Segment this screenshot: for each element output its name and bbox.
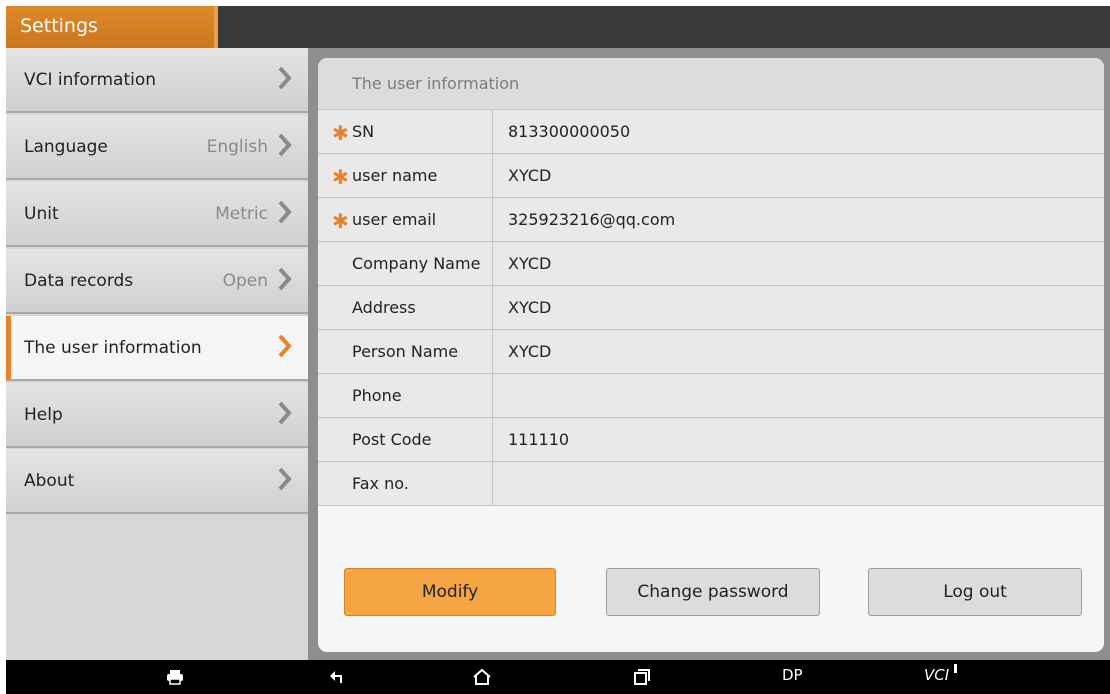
field-value[interactable]: XYCD	[508, 254, 551, 273]
field-label: Phone	[352, 386, 402, 405]
vci-connector-icon	[954, 664, 957, 673]
main-panel: The user information ✱ SN 813300000050 ✱…	[308, 48, 1110, 660]
sidebar-item-user-information[interactable]: The user information	[6, 316, 308, 381]
chevron-right-icon	[278, 66, 292, 90]
sidebar-item-value: Metric	[215, 204, 268, 224]
field-label: Fax no.	[352, 474, 409, 493]
field-label: user name	[352, 166, 438, 185]
chevron-right-icon	[278, 267, 292, 291]
sidebar-item-about[interactable]: About	[6, 449, 308, 514]
sidebar: VCI information Language English Unit Me…	[6, 48, 308, 660]
field-value[interactable]: 111110	[508, 430, 569, 449]
field-value[interactable]: 813300000050	[508, 122, 630, 141]
sidebar-item-value: Open	[222, 271, 268, 291]
required-asterisk-icon: ✱	[332, 209, 349, 233]
field-row-company-name: Company Name XYCD	[318, 242, 1104, 286]
sidebar-item-label: Language	[24, 137, 108, 157]
field-label: user email	[352, 210, 437, 229]
user-info-card: The user information ✱ SN 813300000050 ✱…	[318, 58, 1104, 652]
sidebar-item-language[interactable]: Language English	[6, 115, 308, 180]
sidebar-item-vci-information[interactable]: VCI information	[6, 48, 308, 113]
field-row-person-name: Person Name XYCD	[318, 330, 1104, 374]
back-icon[interactable]	[329, 669, 345, 685]
system-nav-bar: DP VCI	[6, 660, 1110, 694]
recent-apps-icon[interactable]	[633, 668, 651, 686]
field-value[interactable]: 325923216@qq.com	[508, 210, 675, 229]
field-row-sn: ✱ SN 813300000050	[318, 110, 1104, 154]
field-value[interactable]: XYCD	[508, 298, 551, 317]
chevron-right-icon	[278, 200, 292, 224]
app-title: Settings	[20, 15, 98, 37]
required-asterisk-icon: ✱	[332, 165, 349, 189]
chevron-right-icon	[278, 334, 292, 358]
chevron-right-icon	[278, 401, 292, 425]
card-title: The user information	[352, 74, 520, 93]
field-row-user-name: ✱ user name XYCD	[318, 154, 1104, 198]
sidebar-item-label: Data records	[24, 271, 134, 291]
sidebar-item-label: About	[24, 471, 75, 491]
chevron-right-icon	[278, 467, 292, 491]
settings-tab: Settings	[6, 6, 218, 48]
vci-status[interactable]: VCI	[924, 666, 949, 684]
field-label: SN	[352, 122, 375, 141]
dp-button[interactable]: DP	[782, 666, 803, 684]
chevron-right-icon	[278, 133, 292, 157]
field-row-post-code: Post Code 111110	[318, 418, 1104, 462]
home-icon[interactable]	[472, 668, 492, 686]
required-asterisk-icon: ✱	[332, 121, 349, 145]
sidebar-item-help[interactable]: Help	[6, 383, 308, 448]
field-row-address: Address XYCD	[318, 286, 1104, 330]
field-label: Company Name	[352, 254, 481, 273]
sidebar-item-label: The user information	[24, 338, 202, 358]
sidebar-item-label: Unit	[24, 204, 59, 224]
field-label: Address	[352, 298, 416, 317]
card-header: The user information	[318, 58, 1104, 110]
app-window: Settings VCI information Language Englis…	[6, 6, 1110, 694]
field-value[interactable]: XYCD	[508, 342, 551, 361]
field-label: Person Name	[352, 342, 459, 361]
field-row-user-email: ✱ user email 325923216@qq.com	[318, 198, 1104, 242]
sidebar-item-label: VCI information	[24, 70, 157, 90]
change-password-button[interactable]: Change password	[606, 568, 820, 616]
modify-button[interactable]: Modify	[344, 568, 556, 616]
field-value[interactable]: XYCD	[508, 166, 551, 185]
sidebar-item-unit[interactable]: Unit Metric	[6, 182, 308, 247]
sidebar-item-value: English	[206, 137, 268, 157]
sidebar-item-label: Help	[24, 405, 63, 425]
log-out-button[interactable]: Log out	[868, 568, 1082, 616]
field-label: Post Code	[352, 430, 432, 449]
field-row-phone: Phone	[318, 374, 1104, 418]
sidebar-item-data-records[interactable]: Data records Open	[6, 249, 308, 314]
title-bar: Settings	[6, 6, 1110, 48]
printer-icon[interactable]	[166, 669, 184, 685]
field-row-fax: Fax no.	[318, 462, 1104, 506]
